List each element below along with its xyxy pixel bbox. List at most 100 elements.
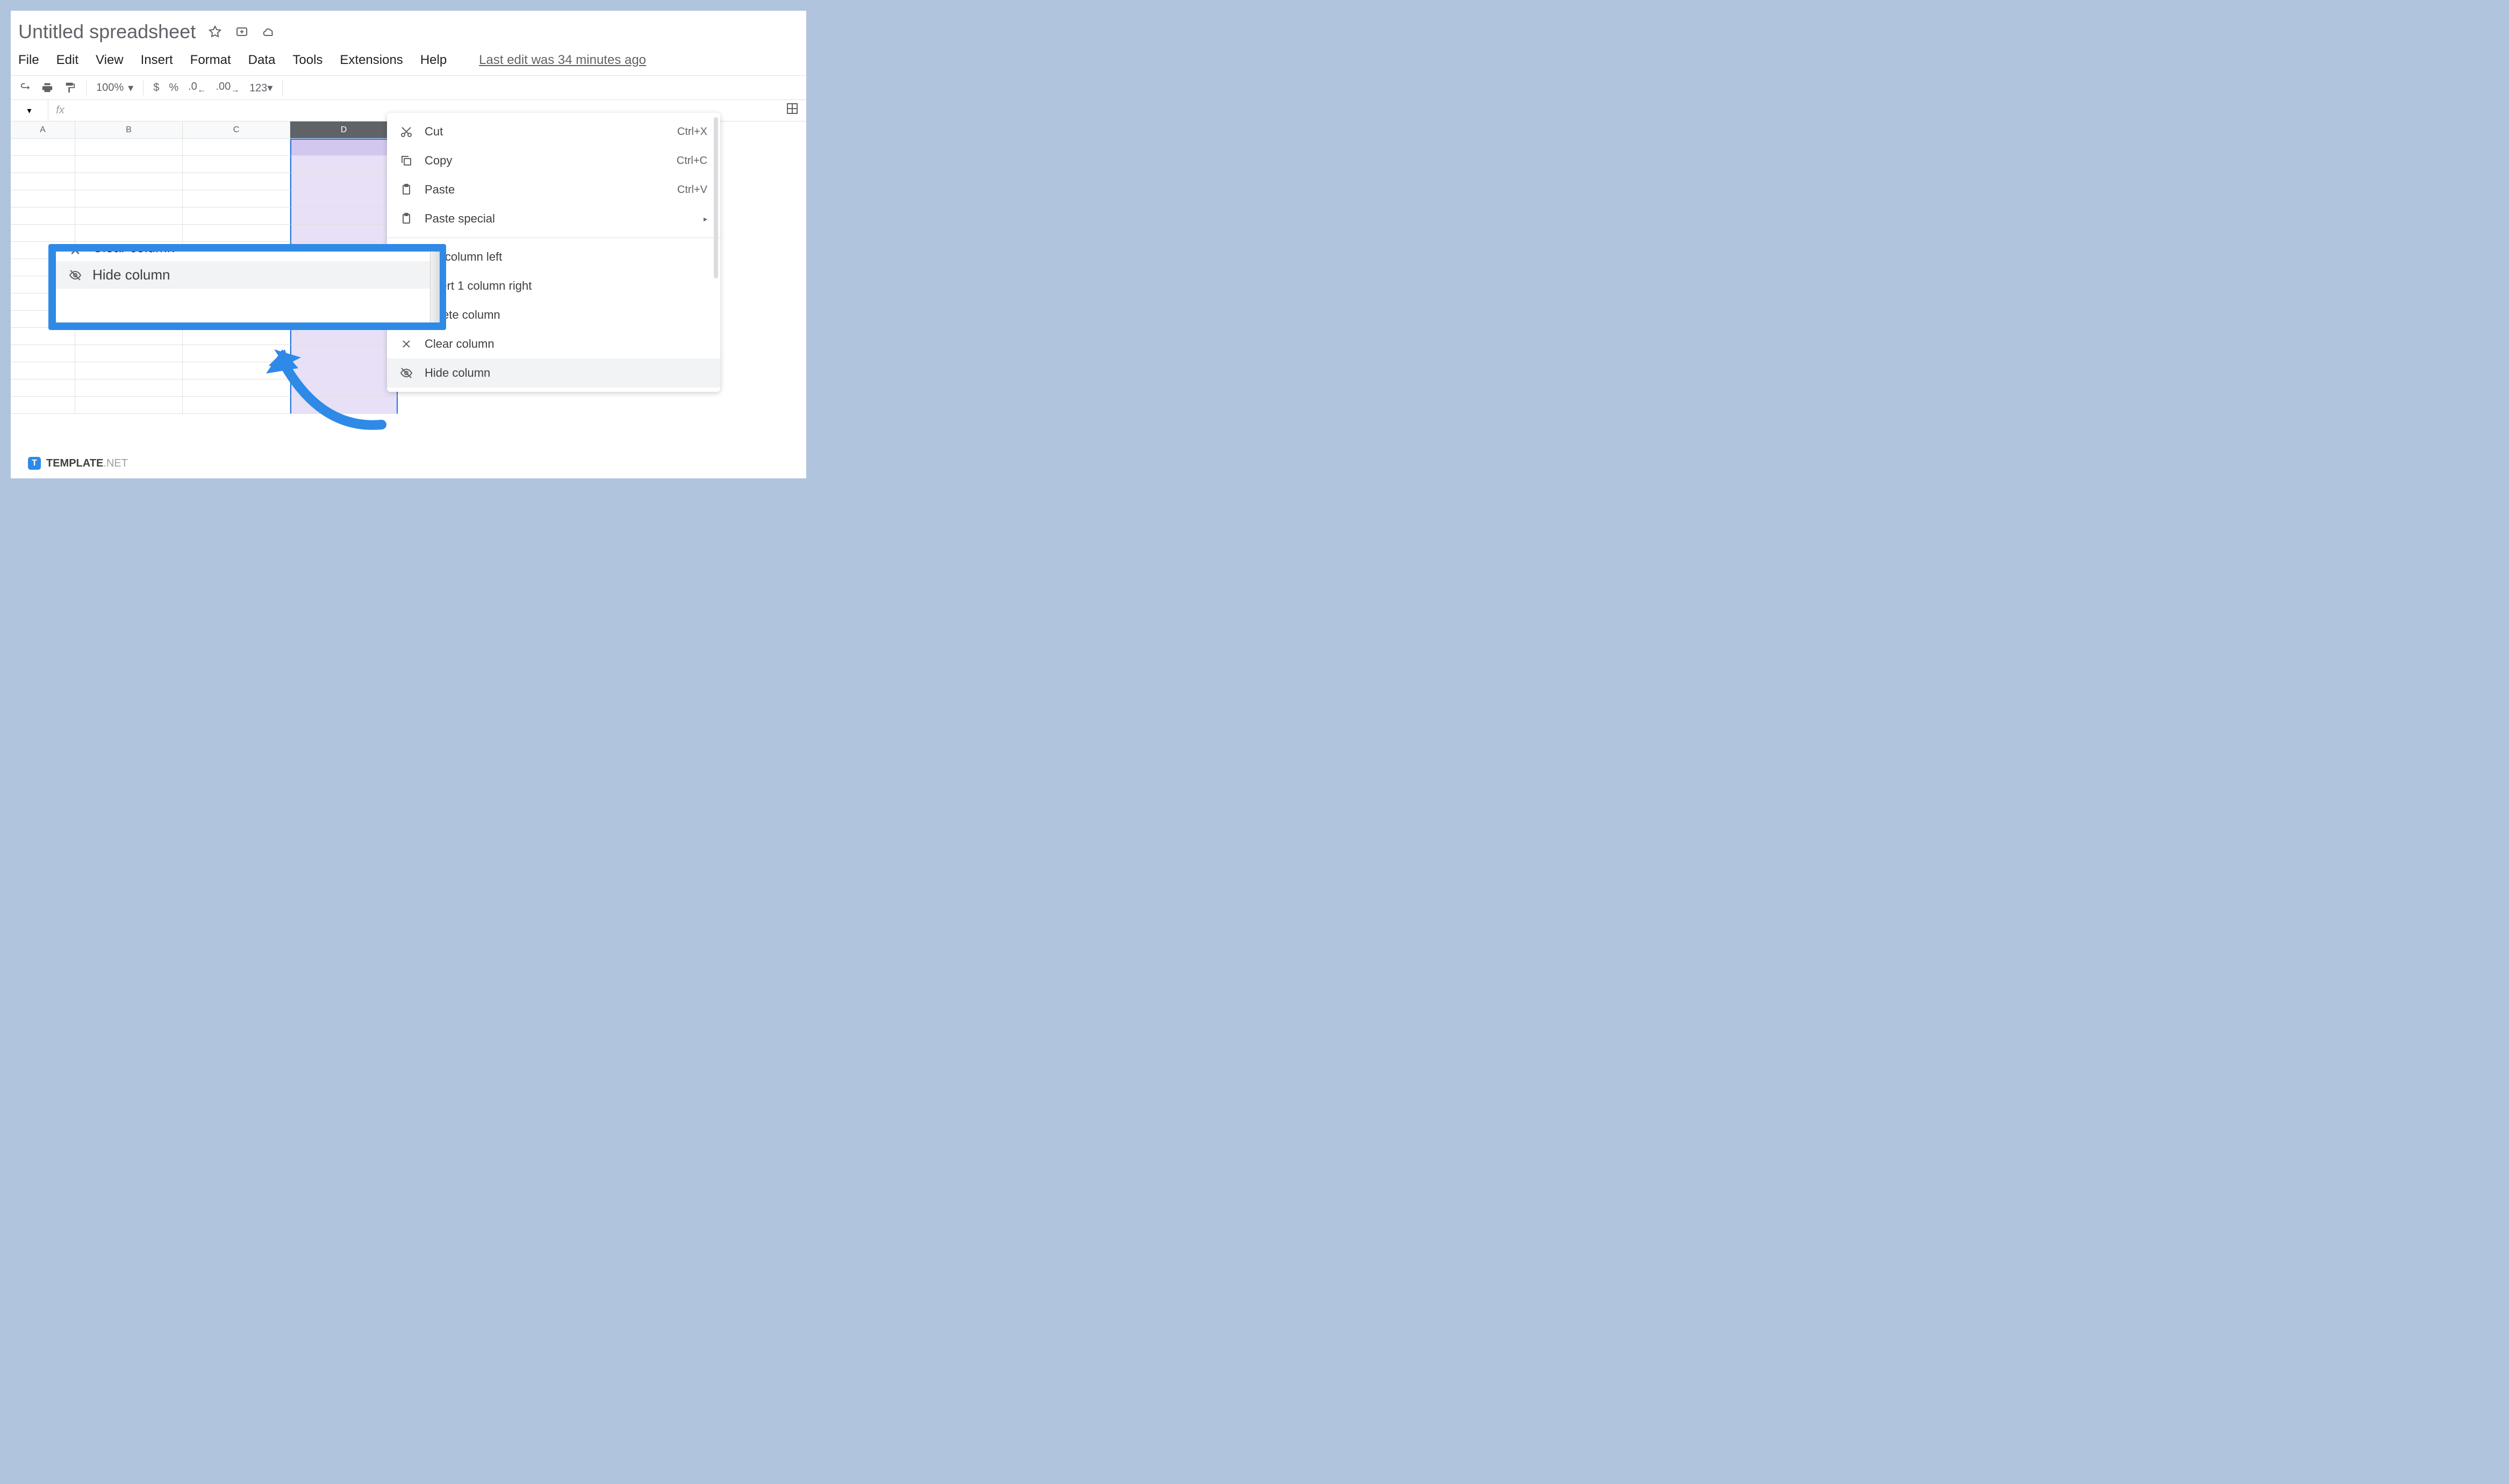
cell-selected[interactable] [290, 207, 398, 225]
cell[interactable] [183, 225, 290, 242]
cell[interactable] [183, 190, 290, 207]
ctx-paste[interactable]: Paste Ctrl+V [387, 175, 720, 204]
cell[interactable] [183, 156, 290, 173]
zoom-dropdown[interactable]: 100% ▾ [96, 81, 133, 95]
menu-format[interactable]: Format [190, 53, 231, 68]
borders-icon[interactable] [786, 102, 799, 115]
cell[interactable] [75, 190, 183, 207]
print-icon[interactable] [41, 81, 54, 94]
callout-box: ✕ Clear column Hide column [48, 244, 446, 330]
callout-scrollbar[interactable] [430, 252, 440, 322]
cloud-icon[interactable] [262, 25, 275, 38]
cell[interactable] [11, 156, 75, 173]
cell[interactable] [11, 207, 75, 225]
cell[interactable] [11, 225, 75, 242]
copy-icon [400, 154, 413, 167]
watermark-brand: TEMPLATE [46, 457, 103, 469]
eye-off-icon [400, 367, 413, 379]
last-edit-link[interactable]: Last edit was 34 minutes ago [479, 53, 646, 68]
paint-format-icon[interactable] [63, 81, 76, 94]
cell[interactable] [11, 379, 75, 397]
toolbar-separator [86, 80, 87, 95]
callout-bottom-partial [56, 289, 439, 296]
menu-insert[interactable]: Insert [141, 53, 173, 68]
cell[interactable] [75, 397, 183, 414]
ctx-copy-shortcut: Ctrl+C [677, 155, 707, 167]
scrollbar[interactable] [714, 117, 718, 278]
toolbar: 100% ▾ $ % .0← .00→ 123▾ [11, 75, 806, 100]
cell[interactable] [75, 139, 183, 156]
menu-edit[interactable]: Edit [56, 53, 78, 68]
toolbar-separator [143, 80, 144, 95]
callout-hide-column[interactable]: Hide column [56, 261, 439, 289]
menu-bar: File Edit View Insert Format Data Tools … [11, 43, 806, 75]
cell[interactable] [11, 397, 75, 414]
cell[interactable] [11, 173, 75, 190]
currency-button[interactable]: $ [153, 82, 159, 94]
col-header-c[interactable]: C [183, 121, 290, 139]
annotation-arrow [258, 322, 398, 441]
ctx-copy-label: Copy [425, 154, 452, 168]
document-title[interactable]: Untitled spreadsheet [18, 20, 196, 43]
ctx-paste-special[interactable]: Paste special ▸ [387, 204, 720, 233]
cell-selected[interactable] [290, 139, 398, 156]
watermark: T TEMPLATE.NET [28, 457, 128, 470]
cell[interactable] [11, 139, 75, 156]
cell[interactable] [75, 379, 183, 397]
name-box[interactable]: ▾ [11, 100, 48, 121]
submenu-arrow-icon: ▸ [704, 214, 707, 224]
ctx-clear-column[interactable]: Clear column [387, 329, 720, 359]
ctx-paste-label: Paste [425, 183, 455, 197]
cell[interactable] [183, 173, 290, 190]
move-icon[interactable] [235, 25, 248, 38]
paste-icon [400, 183, 413, 196]
callout-hide-label: Hide column [92, 267, 170, 283]
cell[interactable] [75, 328, 183, 345]
cell-selected[interactable] [290, 173, 398, 190]
title-actions [209, 25, 275, 38]
ctx-cut-label: Cut [425, 125, 443, 139]
cell-selected[interactable] [290, 225, 398, 242]
col-header-a[interactable]: A [11, 121, 75, 139]
col-header-b[interactable]: B [75, 121, 183, 139]
menu-file[interactable]: File [18, 53, 39, 68]
ctx-cut-shortcut: Ctrl+X [677, 126, 707, 138]
cell[interactable] [183, 207, 290, 225]
percent-button[interactable]: % [169, 82, 178, 94]
cell[interactable] [75, 207, 183, 225]
ctx-hide-column[interactable]: Hide column [387, 359, 720, 388]
col-header-d[interactable]: D [290, 121, 398, 139]
star-icon[interactable] [209, 25, 221, 38]
cell[interactable] [11, 362, 75, 379]
cell[interactable] [75, 173, 183, 190]
table-row [11, 397, 806, 414]
menu-tools[interactable]: Tools [292, 53, 322, 68]
menu-extensions[interactable]: Extensions [340, 53, 403, 68]
ctx-paste-shortcut: Ctrl+V [677, 184, 707, 196]
watermark-logo-icon: T [28, 457, 41, 470]
increase-decimal-button[interactable]: .00→ [216, 81, 239, 95]
toolbar-separator [282, 80, 283, 95]
menu-view[interactable]: View [96, 53, 124, 68]
cell-selected[interactable] [290, 190, 398, 207]
cell[interactable] [75, 156, 183, 173]
ctx-copy[interactable]: Copy Ctrl+C [387, 146, 720, 175]
cell[interactable] [11, 190, 75, 207]
ctx-paste-special-label: Paste special [425, 212, 495, 226]
redo-icon[interactable] [18, 81, 31, 94]
more-formats-button[interactable]: 123▾ [249, 81, 273, 95]
menu-data[interactable]: Data [248, 53, 276, 68]
cell[interactable] [75, 225, 183, 242]
cell[interactable] [75, 345, 183, 362]
paste-special-icon [400, 212, 413, 225]
cell[interactable] [11, 345, 75, 362]
cell[interactable] [75, 362, 183, 379]
decrease-decimal-button[interactable]: .0← [188, 81, 206, 95]
watermark-suffix: .NET [103, 457, 128, 469]
cell-selected[interactable] [290, 156, 398, 173]
close-icon: ✕ [69, 252, 82, 257]
cell[interactable] [11, 328, 75, 345]
ctx-cut[interactable]: Cut Ctrl+X [387, 117, 720, 146]
menu-help[interactable]: Help [420, 53, 447, 68]
cell[interactable] [183, 139, 290, 156]
